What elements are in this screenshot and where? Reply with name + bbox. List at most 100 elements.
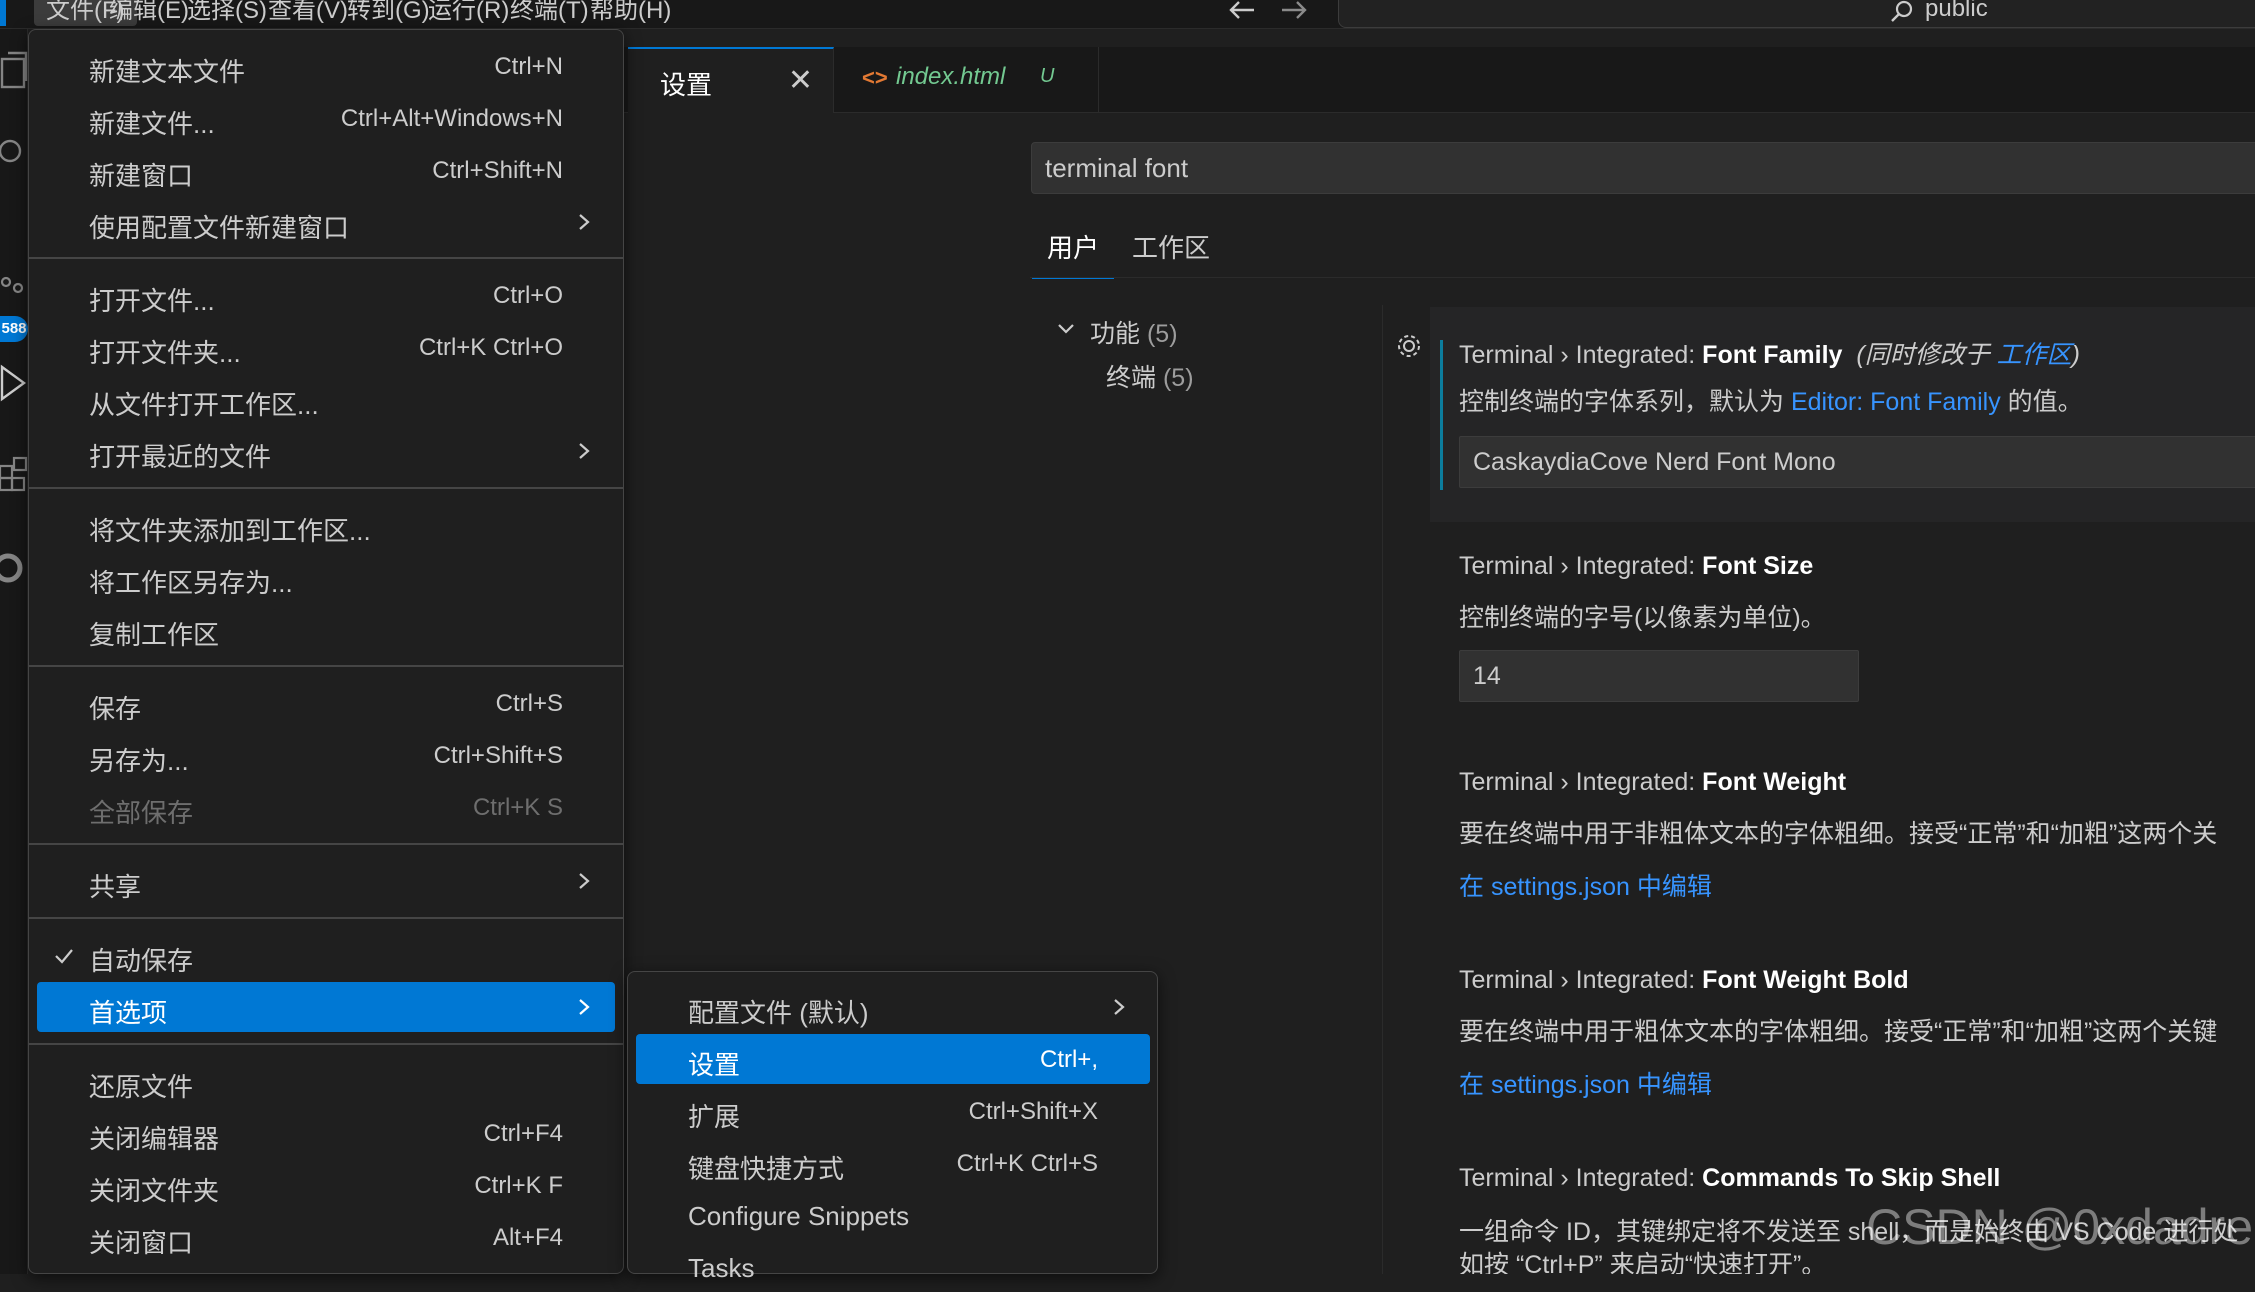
modified-indicator-bar <box>1440 340 1443 490</box>
menu-item-preferences[interactable]: 首选项 <box>37 982 615 1032</box>
toc-label: 终端 <box>1106 364 1157 392</box>
search-icon[interactable] <box>0 128 28 178</box>
setting-font-family: Terminal › Integrated: Font Family (同时修改… <box>1430 307 2255 522</box>
toc-count: (5) <box>1162 364 1194 392</box>
menu-item-share[interactable]: 共享 <box>37 856 615 906</box>
setting-title: Terminal › Integrated: Font Family (同时修改… <box>1459 341 2080 369</box>
menu-separator <box>29 487 623 489</box>
setting-font-weight: Terminal › Integrated: Font Weight 要在终端中… <box>1430 756 2255 926</box>
settings-search-input[interactable]: terminal font <box>1031 142 2255 194</box>
setting-description: 要在终端中用于非粗体文本的字体粗细。接受“正常”和“加粗”这两个关 <box>1459 820 2218 848</box>
toc-item-features[interactable]: 功能 (5) <box>1090 314 1178 350</box>
command-center-text: public <box>1925 0 1988 22</box>
check-icon <box>55 949 73 964</box>
file-menu: 新建文本文件 Ctrl+N 新建文件... Ctrl+Alt+Windows+N 新… <box>28 29 624 1274</box>
setting-title: Terminal › Integrated: Font Size <box>1459 552 1814 580</box>
menu-item-close-folder[interactable]: 关闭文件夹 Ctrl+K F <box>37 1160 615 1210</box>
setting-font-weight-bold: Terminal › Integrated: Font Weight Bold … <box>1430 954 2255 1124</box>
menu-item-save-as[interactable]: 另存为... Ctrl+Shift+S <box>37 730 615 780</box>
menu-separator <box>29 665 623 667</box>
menu-separator <box>29 917 623 919</box>
close-icon[interactable]: ✕ <box>788 63 813 98</box>
menu-item-open-recent[interactable]: 打开最近的文件 <box>37 426 615 476</box>
menu-item-settings[interactable]: 设置 Ctrl+, <box>636 1034 1150 1084</box>
explorer-icon[interactable] <box>0 47 28 97</box>
setting-description: 要在终端中用于粗体文本的字体粗细。接受“正常”和“加粗”这两个关键 <box>1459 1018 2218 1046</box>
menu-item-configure-snippets[interactable]: Configure Snippets <box>636 1190 1150 1240</box>
menu-item-save-workspace-as[interactable]: 将工作区另存为... <box>37 552 615 602</box>
modified-indicator: (同时修改于 工作区) <box>1856 341 2080 369</box>
menu-item-save-all: 全部保存 Ctrl+K S <box>89 794 563 828</box>
divider <box>1382 305 1383 1274</box>
menu-item-add-folder-to-workspace[interactable]: 将文件夹添加到工作区... <box>37 500 615 550</box>
setting-title: Terminal › Integrated: Commands To Skip … <box>1459 1164 2001 1192</box>
untracked-status-badge: U <box>1040 65 1055 87</box>
activity-bar: 588 <box>0 29 28 1274</box>
settings-search-value: terminal font <box>1045 153 1189 183</box>
run-debug-icon[interactable] <box>0 359 28 409</box>
setting-title: Terminal › Integrated: Font Weight Bold <box>1459 966 1909 994</box>
vscode-logo-icon[interactable] <box>0 0 6 26</box>
menu-help[interactable]: 帮助(H) <box>578 0 683 26</box>
menu-item-save[interactable]: 保存 Ctrl+S <box>37 678 615 728</box>
menu-item-close-editor[interactable]: 关闭编辑器 Ctrl+F4 <box>37 1108 615 1158</box>
source-control-icon[interactable] <box>0 272 28 322</box>
menu-separator <box>29 257 623 259</box>
html-file-icon: <> <box>862 65 888 90</box>
menu-item-tasks[interactable]: Tasks <box>636 1242 1150 1292</box>
menubar: 文件(F) 编辑(E) 选择(S) 查看(V) 转到(G) 运行(R) 终端(T… <box>0 0 2255 29</box>
menu-item-new-window-with-profile[interactable]: 使用配置文件新建窗口 <box>37 197 615 247</box>
edit-in-settings-json-link[interactable]: 在 settings.json 中编辑 <box>1459 867 1712 903</box>
setting-description-line2: 如按 “Ctrl+P” 来启动“快速打开”。 <box>1459 1251 1827 1274</box>
editor-font-family-link[interactable]: Editor: Font Family <box>1791 388 2001 416</box>
tab-label: index.html <box>896 63 1006 90</box>
setting-description: 控制终端的字号(以像素为单位)。 <box>1459 604 1826 632</box>
menu-item-new-file[interactable]: 新建文件... Ctrl+Alt+Windows+N <box>37 93 615 143</box>
menu-item-profiles[interactable]: 配置文件 (默认) <box>636 982 1150 1032</box>
command-center[interactable]: public <box>1338 0 2255 28</box>
menu-item-open-workspace-from-file[interactable]: 从文件打开工作区... <box>37 374 615 424</box>
tab-user-scope[interactable]: 用户 <box>1032 228 1115 279</box>
setting-title: Terminal › Integrated: Font Weight <box>1459 768 1847 796</box>
edit-in-settings-json-link[interactable]: 在 settings.json 中编辑 <box>1459 1065 1712 1101</box>
chevron-down-icon[interactable] <box>1055 318 1077 340</box>
font-family-input[interactable]: CaskaydiaCove Nerd Font Mono <box>1459 436 2255 488</box>
chevron-right-icon <box>579 214 590 230</box>
watermark: CSDN @0xdadream <box>1866 1199 2255 1255</box>
menu-separator <box>29 843 623 845</box>
font-size-input[interactable]: 14 <box>1459 650 1859 702</box>
gear-icon[interactable] <box>1394 331 1424 361</box>
menu-item-open-file[interactable]: 打开文件... Ctrl+O <box>37 270 615 320</box>
tab-label: 设置 <box>660 70 713 100</box>
setting-description: 控制终端的字体系列，默认为 Editor: Font Family 的值。 <box>1459 388 2083 416</box>
menu-separator <box>29 1043 623 1045</box>
tab-index-html[interactable]: <> index.html U <box>834 47 1099 113</box>
arrow-left-icon[interactable] <box>1226 0 1258 22</box>
toc-item-terminal[interactable]: 终端 (5) <box>1106 358 1194 394</box>
menu-item-close-window[interactable]: 关闭窗口 Alt+F4 <box>37 1212 615 1262</box>
tab-workspace-scope[interactable]: 工作区 <box>1132 228 1210 277</box>
menu-item-open-folder[interactable]: 打开文件夹... Ctrl+K Ctrl+O <box>37 322 615 372</box>
menu-item-new-window[interactable]: 新建窗口 Ctrl+Shift+N <box>37 145 615 195</box>
workspace-link[interactable]: 工作区 <box>1997 341 2072 369</box>
chevron-right-icon <box>579 999 590 1015</box>
menu-item-keyboard-shortcuts[interactable]: 键盘快捷方式 Ctrl+K Ctrl+S <box>636 1138 1150 1188</box>
menu-item-revert-file[interactable]: 还原文件 <box>37 1056 615 1106</box>
toc-label: 功能 <box>1090 320 1141 348</box>
extensions-icon[interactable] <box>0 448 28 498</box>
scm-badge: 588 <box>0 316 28 342</box>
menu-item-extensions[interactable]: 扩展 Ctrl+Shift+X <box>636 1086 1150 1136</box>
preferences-submenu: 配置文件 (默认) 设置 Ctrl+, 扩展 Ctrl+Shift+X 键盘快捷方式… <box>627 971 1158 1283</box>
arrow-right-icon[interactable] <box>1278 0 1310 22</box>
menu-item-new-text-file[interactable]: 新建文本文件 Ctrl+N <box>37 41 615 91</box>
toc-count: (5) <box>1146 320 1178 348</box>
search-icon <box>1891 0 1913 22</box>
tab-settings[interactable]: 设置 ✕ <box>628 47 834 113</box>
chevron-right-icon <box>579 443 590 459</box>
chevron-right-icon <box>1114 999 1125 1015</box>
remote-icon[interactable] <box>0 543 28 593</box>
menu-item-duplicate-workspace[interactable]: 复制工作区 <box>37 604 615 654</box>
menu-item-auto-save[interactable]: 自动保存 <box>37 930 615 980</box>
setting-font-size: Terminal › Integrated: Font Size 控制终端的字号… <box>1430 540 2255 720</box>
divider <box>1030 277 2255 278</box>
